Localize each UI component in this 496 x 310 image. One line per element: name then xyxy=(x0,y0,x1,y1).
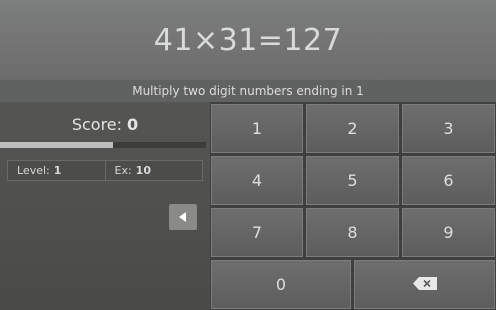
backspace-icon xyxy=(412,275,437,294)
progress-fill xyxy=(0,142,114,148)
level-label: Level: xyxy=(17,164,50,177)
triangle-left-icon xyxy=(179,212,187,222)
key-1[interactable]: 1 xyxy=(211,104,303,153)
score-value: 0 xyxy=(127,114,139,134)
score-display: Score: 0 xyxy=(0,112,210,136)
key-8[interactable]: 8 xyxy=(306,208,399,257)
key-2[interactable]: 2 xyxy=(306,104,399,153)
key-7[interactable]: 7 xyxy=(211,208,303,257)
score-label: Score: xyxy=(71,114,123,134)
key-3[interactable]: 3 xyxy=(402,104,495,153)
stats-box: Level: 1 Ex: 10 xyxy=(7,160,203,181)
ex-label: Ex: xyxy=(114,164,132,177)
equation-display: 41×31=127 xyxy=(153,22,343,58)
level-value: 1 xyxy=(53,164,62,177)
hint-bar: Multiply two digit numbers ending in 1 xyxy=(0,80,496,102)
level-stat: Level: 1 xyxy=(8,161,105,180)
ex-value: 10 xyxy=(135,164,151,177)
key-0[interactable]: 0 xyxy=(211,260,351,309)
progress-bar xyxy=(0,142,206,148)
number-keypad: 1 2 3 4 5 6 7 8 9 0 xyxy=(210,102,496,310)
key-9[interactable]: 9 xyxy=(402,208,495,257)
ex-stat: Ex: 10 xyxy=(104,161,203,180)
key-6[interactable]: 6 xyxy=(402,156,495,205)
backspace-button[interactable] xyxy=(354,260,495,309)
collapse-button[interactable] xyxy=(169,204,197,230)
key-5[interactable]: 5 xyxy=(306,156,399,205)
key-4[interactable]: 4 xyxy=(211,156,303,205)
